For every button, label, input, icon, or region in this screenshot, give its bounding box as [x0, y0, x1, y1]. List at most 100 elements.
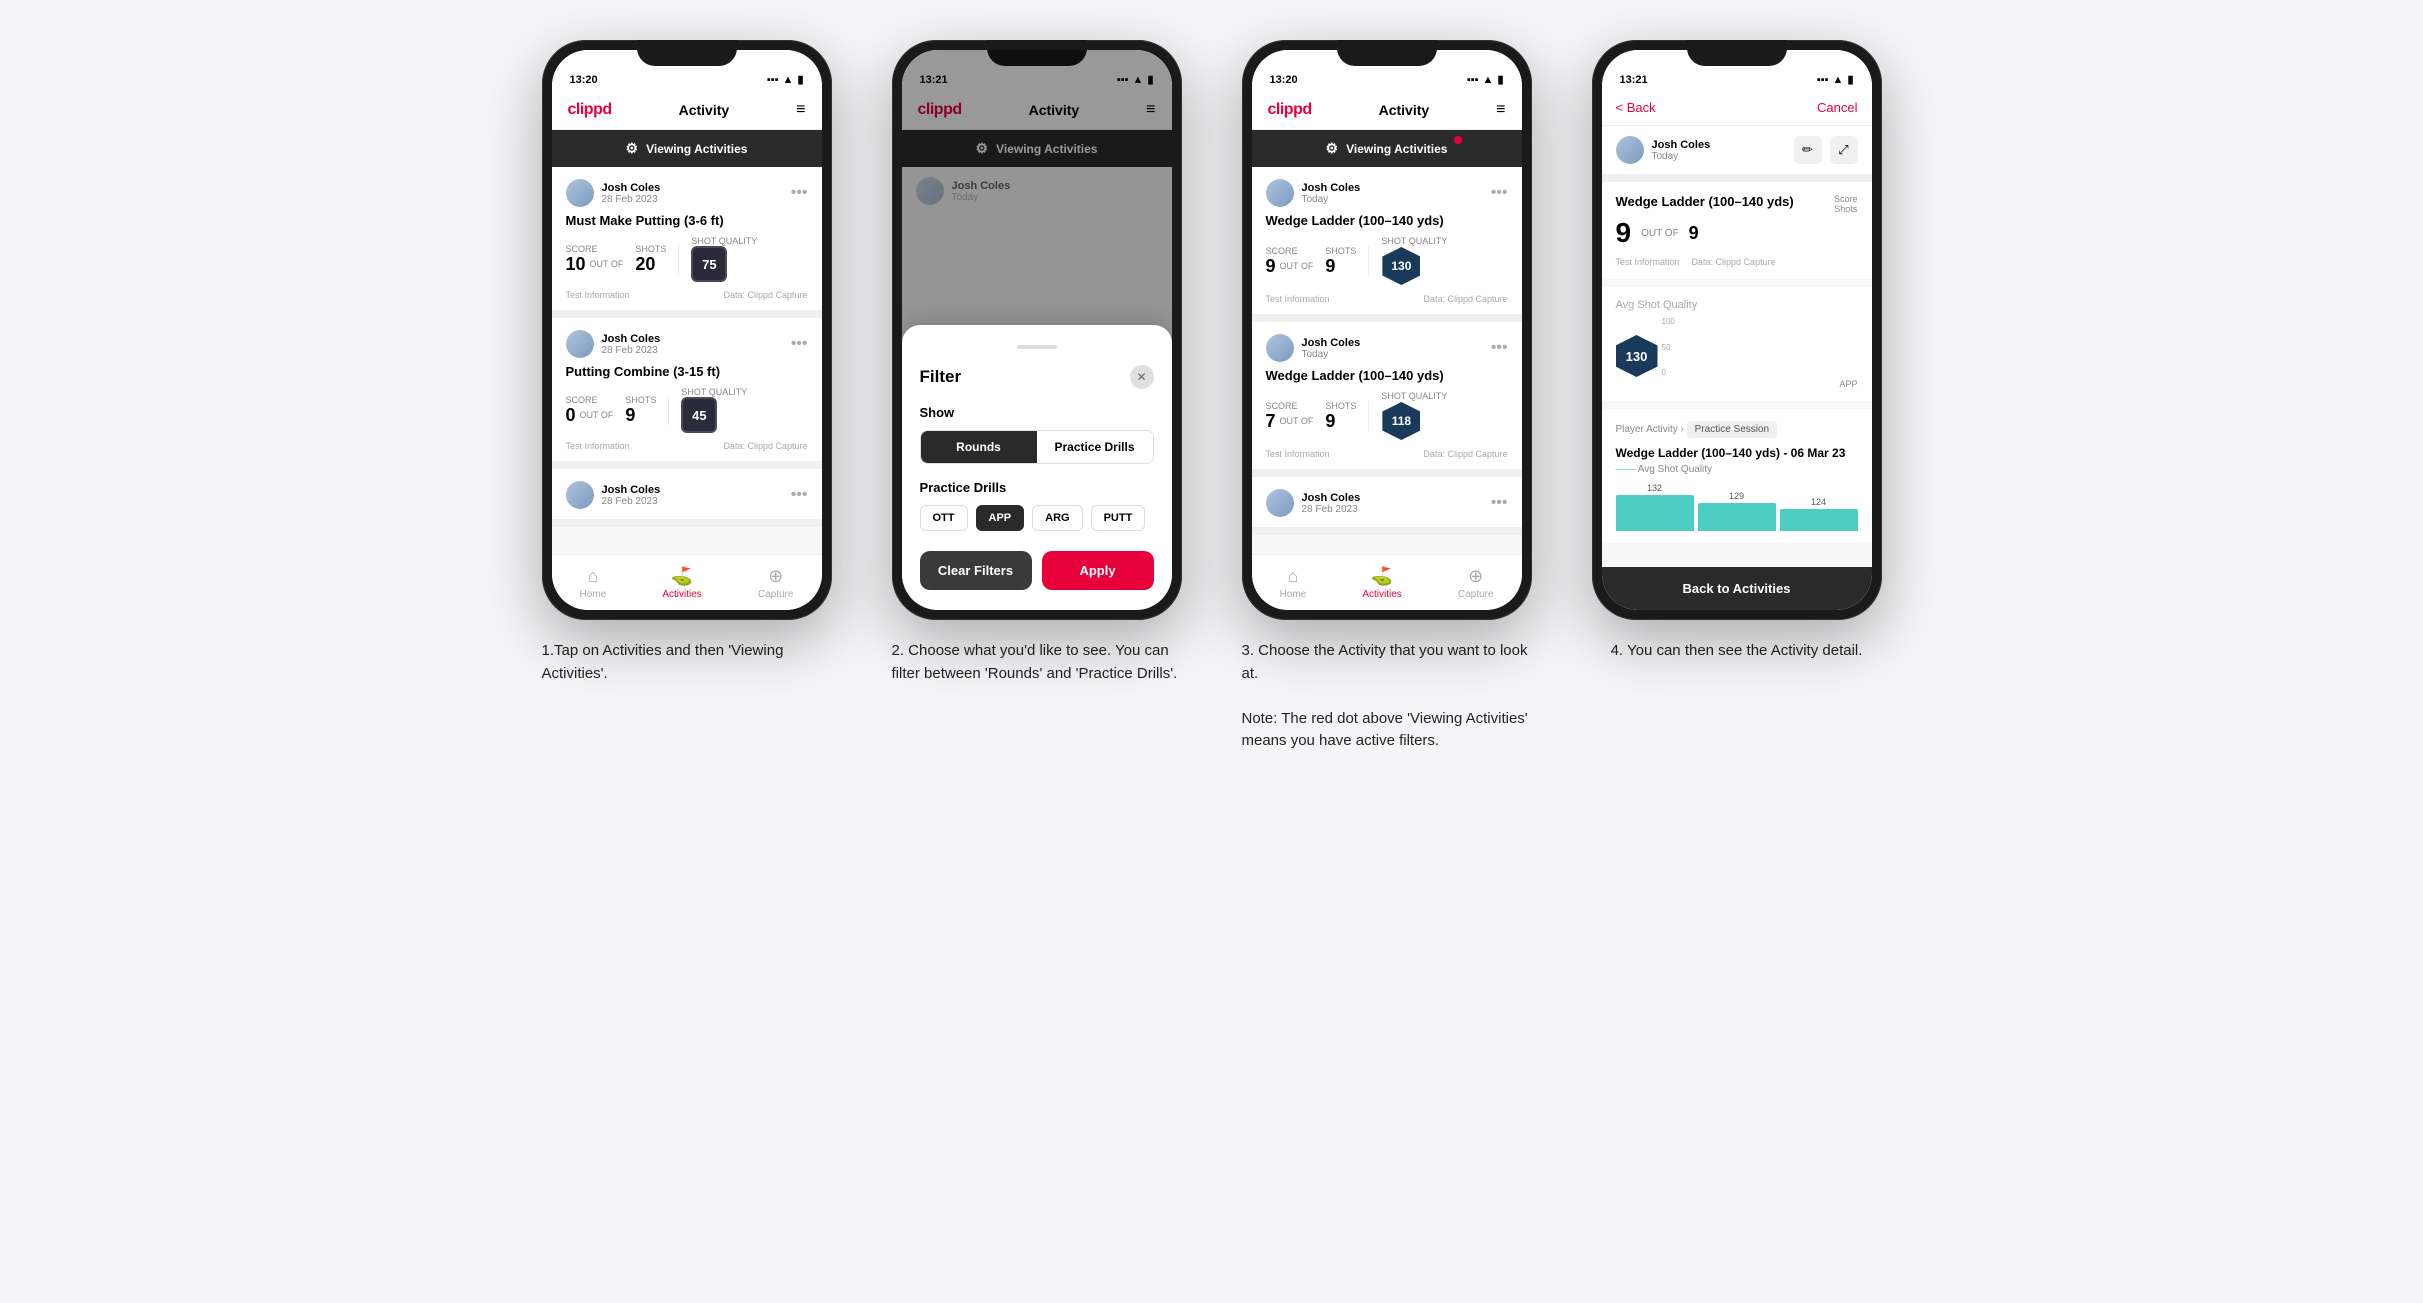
- red-dot-3: [1454, 136, 1462, 144]
- shots-label-1-2: Shots: [625, 395, 656, 405]
- dots-menu-3-2[interactable]: •••: [1491, 339, 1508, 357]
- chart-app-label-4: APP: [1616, 379, 1858, 389]
- nav-capture-3[interactable]: ⊕ Capture: [1458, 566, 1494, 600]
- stat-divider-3-2: [1368, 401, 1369, 431]
- big-score-4: 9: [1616, 217, 1632, 249]
- test-info-4: Test Information: [1616, 257, 1680, 267]
- dots-menu-1-3[interactable]: •••: [791, 486, 808, 504]
- player-activity-label-4: Player Activity: [1616, 424, 1678, 435]
- card-header-left-3-1: Josh Coles Today: [1266, 179, 1361, 207]
- sq-badge-1-2: 45: [681, 397, 717, 433]
- user-date-3-1: Today: [1302, 194, 1361, 205]
- nav-activities-1[interactable]: ⛳ Activities: [662, 566, 701, 600]
- dots-menu-3-3[interactable]: •••: [1491, 494, 1508, 512]
- wifi-icon-1: ▲: [783, 74, 794, 86]
- session-card-4: Player Activity › Practice Session Wedge…: [1602, 409, 1872, 543]
- phone-notch-1: [637, 40, 737, 66]
- practice-drills-btn-2[interactable]: Practice Drills: [1037, 431, 1153, 463]
- out-of-1-2: OUT OF: [580, 410, 614, 420]
- tag-app-2[interactable]: APP: [976, 505, 1025, 531]
- activity-card-1-3[interactable]: Josh Coles 28 Feb 2023 •••: [552, 469, 822, 527]
- avatar-3-2: [1266, 334, 1294, 362]
- nav-activities-3[interactable]: ⛳ Activities: [1362, 566, 1401, 600]
- nav-home-1[interactable]: ⌂ Home: [580, 566, 607, 600]
- rounds-btn-2[interactable]: Rounds: [921, 431, 1037, 463]
- home-label-1: Home: [580, 589, 607, 600]
- user-date-3-3: 28 Feb 2023: [1302, 504, 1361, 515]
- viewing-banner-3[interactable]: ⚙ Viewing Activities: [1252, 130, 1522, 167]
- activity-title-1-2: Putting Combine (3-15 ft): [566, 364, 808, 379]
- sq-hex-3-2: 118: [1381, 401, 1421, 441]
- nav-title-3: Activity: [1379, 102, 1430, 118]
- phone-notch-4: [1687, 40, 1787, 66]
- activity-card-3-1[interactable]: Josh Coles Today ••• Wedge Ladder (100–1…: [1252, 167, 1522, 322]
- dots-menu-3-1[interactable]: •••: [1491, 184, 1508, 202]
- activity-card-1-1[interactable]: Josh Coles 28 Feb 2023 ••• Must Make Put…: [552, 167, 822, 318]
- activity-card-3-2[interactable]: Josh Coles Today ••• Wedge Ladder (100–1…: [1252, 322, 1522, 477]
- phone-3: 13:20 ▪▪▪ ▲ ▮ clippd Activity ≡ ⚙: [1242, 40, 1532, 620]
- score-value-3-1: 9: [1266, 256, 1276, 277]
- user-info-1-1: Josh Coles 28 Feb 2023: [602, 182, 661, 205]
- sq-label-1-1: Shot Quality: [691, 236, 757, 246]
- activity-card-1-2[interactable]: Josh Coles 28 Feb 2023 ••• Putting Combi…: [552, 318, 822, 469]
- stat-group-score-1-2: Score 0 OUT OF: [566, 395, 614, 426]
- tag-ott-2[interactable]: OTT: [920, 505, 968, 531]
- activity-title-1-1: Must Make Putting (3-6 ft): [566, 213, 808, 228]
- activity-title-3-1: Wedge Ladder (100–140 yds): [1266, 213, 1508, 228]
- hamburger-icon-3[interactable]: ≡: [1496, 101, 1505, 119]
- phone-notch-3: [1337, 40, 1437, 66]
- caption-3-p1: 3. Choose the Activity that you want to …: [1242, 640, 1532, 685]
- hex-value-3-1: 130: [1382, 247, 1420, 285]
- out-of-3-2: OUT OF: [1280, 416, 1314, 426]
- expand-icon-4[interactable]: ⤢: [1830, 136, 1858, 164]
- dots-menu-1-1[interactable]: •••: [791, 184, 808, 202]
- activity-card-3-3[interactable]: Josh Coles 28 Feb 2023 •••: [1252, 477, 1522, 535]
- info-subrow-4: Test Information Data: Clippd Capture: [1616, 257, 1858, 267]
- user-date-1-2: 28 Feb 2023: [602, 345, 661, 356]
- cancel-btn-4[interactable]: Cancel: [1817, 100, 1857, 115]
- hamburger-icon-1[interactable]: ≡: [796, 101, 805, 119]
- tag-putt-2[interactable]: PUTT: [1091, 505, 1146, 531]
- avatar-1-1: [566, 179, 594, 207]
- stats-row-3-1: Score 9 OUT OF Shots 9: [1266, 236, 1508, 286]
- score-label-3-2: Score: [1266, 401, 1314, 411]
- stat-group-sq-3-2: Shot Quality 118: [1381, 391, 1447, 441]
- edit-icon-4[interactable]: ✏: [1794, 136, 1822, 164]
- filter-header-2: Filter ✕: [920, 365, 1154, 389]
- sq-chart-label-4: Avg Shot Quality: [1616, 299, 1858, 311]
- user-info-1-2: Josh Coles 28 Feb 2023: [602, 333, 661, 356]
- signal-icon-3: ▪▪▪: [1467, 74, 1479, 86]
- score-value-3-2: 7: [1266, 411, 1276, 432]
- back-btn-4[interactable]: < Back: [1616, 100, 1656, 115]
- caption-3-p2: Note: The red dot above 'Viewing Activit…: [1242, 708, 1532, 753]
- sq-label-3-1: Shot Quality: [1381, 236, 1447, 246]
- detail-user-row-4: Josh Coles Today ✏ ⤢: [1602, 126, 1872, 182]
- phone-screen-2: 13:21 ▪▪▪ ▲ ▮ clippd Activity ≡ ⚙ View: [902, 50, 1172, 610]
- viewing-banner-1[interactable]: ⚙ Viewing Activities: [552, 130, 822, 167]
- capture-label-1: Capture: [758, 589, 794, 600]
- dots-menu-1-2[interactable]: •••: [791, 335, 808, 353]
- status-icons-4: ▪▪▪ ▲ ▮: [1817, 73, 1854, 86]
- tag-arg-2[interactable]: ARG: [1032, 505, 1082, 531]
- bottom-nav-1: ⌂ Home ⛳ Activities ⊕ Capture: [552, 554, 822, 610]
- test-info-1-2: Test Information: [566, 441, 630, 451]
- stat-group-score-1-1: Score 10 OUT OF: [566, 244, 624, 275]
- card-header-left-3-2: Josh Coles Today: [1266, 334, 1361, 362]
- data-source-3-1: Data: Clippd Capture: [1423, 294, 1507, 304]
- nav-home-3[interactable]: ⌂ Home: [1280, 566, 1307, 600]
- clear-filters-btn-2[interactable]: Clear Filters: [920, 551, 1032, 590]
- close-btn-2[interactable]: ✕: [1130, 365, 1154, 389]
- back-to-activities-btn-4[interactable]: Back to Activities: [1602, 567, 1872, 610]
- mini-chart-4: 132 129 124: [1616, 481, 1858, 531]
- detail-icons-4: ✏ ⤢: [1794, 136, 1858, 164]
- sq-label-1-2: Shot Quality: [681, 387, 747, 397]
- avatar-3-1: [1266, 179, 1294, 207]
- stat-group-sq-1-1: Shot Quality 75: [691, 236, 757, 282]
- caption-2: 2. Choose what you'd like to see. You ca…: [892, 640, 1182, 685]
- step-1-column: 13:20 ▪▪▪ ▲ ▮ clippd Activity ≡ ⚙ View: [532, 40, 842, 685]
- apply-btn-2[interactable]: Apply: [1042, 551, 1154, 590]
- battery-icon-4: ▮: [1847, 73, 1853, 86]
- nav-capture-1[interactable]: ⊕ Capture: [758, 566, 794, 600]
- stat-group-sq-1-2: Shot Quality 45: [681, 387, 747, 433]
- home-icon-1: ⌂: [587, 566, 598, 587]
